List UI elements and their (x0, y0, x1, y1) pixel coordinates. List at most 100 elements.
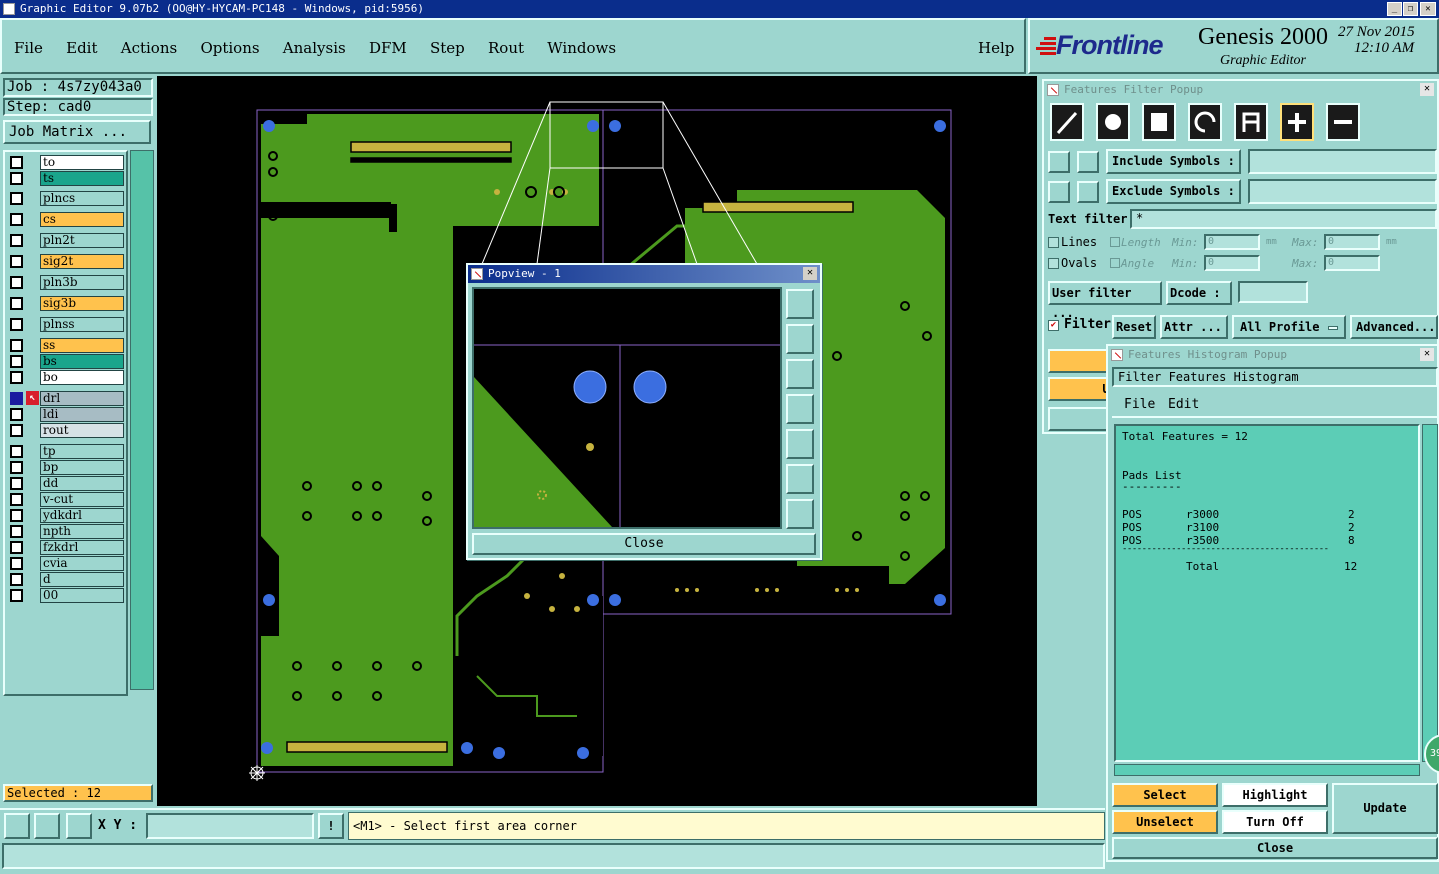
text-tool-icon[interactable] (1234, 103, 1268, 141)
zoom-in-icon[interactable] (786, 464, 814, 494)
popview-canvas[interactable] (472, 287, 782, 529)
layer-row-cs[interactable]: cs (8, 212, 124, 227)
user-filter-button[interactable]: User filter ... (1048, 281, 1162, 320)
menu-help[interactable]: Help (978, 39, 1014, 57)
layer-checkbox[interactable] (10, 392, 23, 405)
layer-row-pln2t[interactable]: pln2t (8, 233, 124, 248)
layer-row-d[interactable]: d (8, 572, 124, 587)
layer-row-bo[interactable]: bo (8, 370, 124, 385)
layer-row-plncs[interactable]: plncs (8, 191, 124, 206)
advanced-button[interactable]: Advanced... (1350, 315, 1438, 339)
angle-min-input[interactable]: 0 (1204, 255, 1260, 271)
layer-row-to[interactable]: to (8, 155, 124, 170)
layer-row-00[interactable]: 00 (8, 588, 124, 603)
dcode-input[interactable] (1238, 281, 1308, 303)
layer-checkbox[interactable] (10, 156, 23, 169)
layer-checkbox[interactable] (10, 408, 23, 421)
layer-row-plnss[interactable]: plnss (8, 317, 124, 332)
layer-checkbox[interactable] (10, 297, 23, 310)
pan-down-icon[interactable] (786, 359, 814, 389)
layer-checkbox[interactable] (10, 509, 23, 522)
layer-row-cvia[interactable]: cvia (8, 556, 124, 571)
layer-row-ts[interactable]: ts (8, 171, 124, 186)
menu-rout[interactable]: Rout (488, 39, 524, 57)
menu-step[interactable]: Step (430, 39, 465, 57)
menu-windows[interactable]: Windows (547, 39, 616, 57)
histogram-highlight-button[interactable]: Highlight (1222, 783, 1328, 807)
histogram-vscroll[interactable] (1422, 424, 1438, 762)
histogram-unselect-button[interactable]: Unselect (1112, 810, 1218, 834)
histogram-close-x-button[interactable]: ✕ (1420, 348, 1434, 361)
layer-checkbox[interactable] (10, 234, 23, 247)
layer-checkbox[interactable] (10, 477, 23, 490)
menu-edit[interactable]: Edit (66, 39, 97, 57)
negative-polarity-icon[interactable] (1326, 103, 1360, 141)
layer-row-sig3b[interactable]: sig3b (8, 296, 124, 311)
menu-analysis[interactable]: Analysis (283, 39, 346, 57)
reset-button[interactable]: Reset (1112, 315, 1156, 339)
layer-row-ss[interactable]: ss (8, 338, 124, 353)
positive-polarity-icon[interactable] (1280, 103, 1314, 141)
pan-right-icon[interactable] (786, 429, 814, 459)
layer-row-v-cut[interactable]: v-cut (8, 492, 124, 507)
histogram-hscroll[interactable] (1114, 764, 1420, 776)
layer-row-drl[interactable]: ↖ drl (8, 391, 124, 406)
lines-checkbox[interactable] (1048, 237, 1059, 248)
histogram-text-area[interactable]: Total Features = 12 Pads List --------- … (1114, 424, 1420, 762)
ovals-checkbox[interactable] (1048, 258, 1059, 269)
filter-checkbox[interactable]: ✔ (1048, 320, 1059, 331)
close-window-button[interactable]: ✕ (1420, 2, 1436, 16)
snap-icon[interactable] (4, 813, 30, 839)
layer-checkbox[interactable] (10, 371, 23, 384)
layer-checkbox[interactable] (10, 192, 23, 205)
layer-row-rout[interactable]: rout (8, 423, 124, 438)
layer-checkbox[interactable] (10, 255, 23, 268)
attr-button[interactable]: Attr ... (1160, 315, 1228, 339)
layer-row-pln3b[interactable]: pln3b (8, 275, 124, 290)
menu-options[interactable]: Options (200, 39, 259, 57)
layer-checkbox[interactable] (10, 493, 23, 506)
zoom-out-icon[interactable] (786, 499, 814, 529)
minimize-button[interactable]: _ (1387, 2, 1402, 16)
dcode-button[interactable]: Dcode : (1166, 281, 1232, 305)
line-tool-icon[interactable] (1050, 103, 1084, 141)
include-pick-icon[interactable] (1048, 151, 1070, 173)
pan-left-icon[interactable] (786, 394, 814, 424)
xy-input[interactable] (146, 813, 314, 839)
pad-tool-icon[interactable] (1096, 103, 1130, 141)
layer-row-ydkdrl[interactable]: ydkdrl (8, 508, 124, 523)
layer-checkbox[interactable] (10, 525, 23, 538)
layer-checkbox[interactable] (10, 355, 23, 368)
layer-checkbox[interactable] (10, 172, 23, 185)
job-matrix-button[interactable]: Job Matrix ... (3, 120, 151, 144)
layer-list-scroll[interactable] (130, 150, 154, 690)
menu-actions[interactable]: Actions (121, 39, 177, 57)
layer-row-sig2t[interactable]: sig2t (8, 254, 124, 269)
layer-checkbox[interactable] (10, 213, 23, 226)
histogram-menu-edit[interactable]: Edit (1168, 397, 1199, 412)
include-symbols-input[interactable] (1248, 149, 1437, 174)
grid-icon[interactable] (66, 813, 92, 839)
layer-checkbox[interactable] (10, 318, 23, 331)
histogram-turnoff-button[interactable]: Turn Off (1222, 810, 1328, 834)
pan-up-icon[interactable] (786, 324, 814, 354)
histogram-select-button[interactable]: Select (1112, 783, 1218, 807)
layer-checkbox[interactable] (10, 541, 23, 554)
include-pick2-icon[interactable] (1077, 151, 1099, 173)
layer-checkbox[interactable] (10, 589, 23, 602)
exclude-symbols-button[interactable]: Exclude Symbols : (1106, 179, 1241, 204)
layer-row-tp[interactable]: tp (8, 444, 124, 459)
histogram-menu-file[interactable]: File (1124, 397, 1155, 412)
menu-file[interactable]: File (14, 39, 43, 57)
popview-close-x-button[interactable]: ✕ (803, 267, 817, 280)
layer-row-npth[interactable]: npth (8, 524, 124, 539)
length-min-input[interactable]: 0 (1204, 234, 1260, 250)
surface-tool-icon[interactable] (1142, 103, 1176, 141)
layer-row-fzkdrl[interactable]: fzkdrl (8, 540, 124, 555)
text-filter-input[interactable]: * (1130, 209, 1437, 229)
zoom-home-icon[interactable] (786, 289, 814, 319)
exclude-pick2-icon[interactable] (1077, 181, 1099, 203)
exclude-symbols-input[interactable] (1248, 179, 1437, 204)
layer-checkbox[interactable] (10, 461, 23, 474)
layer-checkbox[interactable] (10, 424, 23, 437)
